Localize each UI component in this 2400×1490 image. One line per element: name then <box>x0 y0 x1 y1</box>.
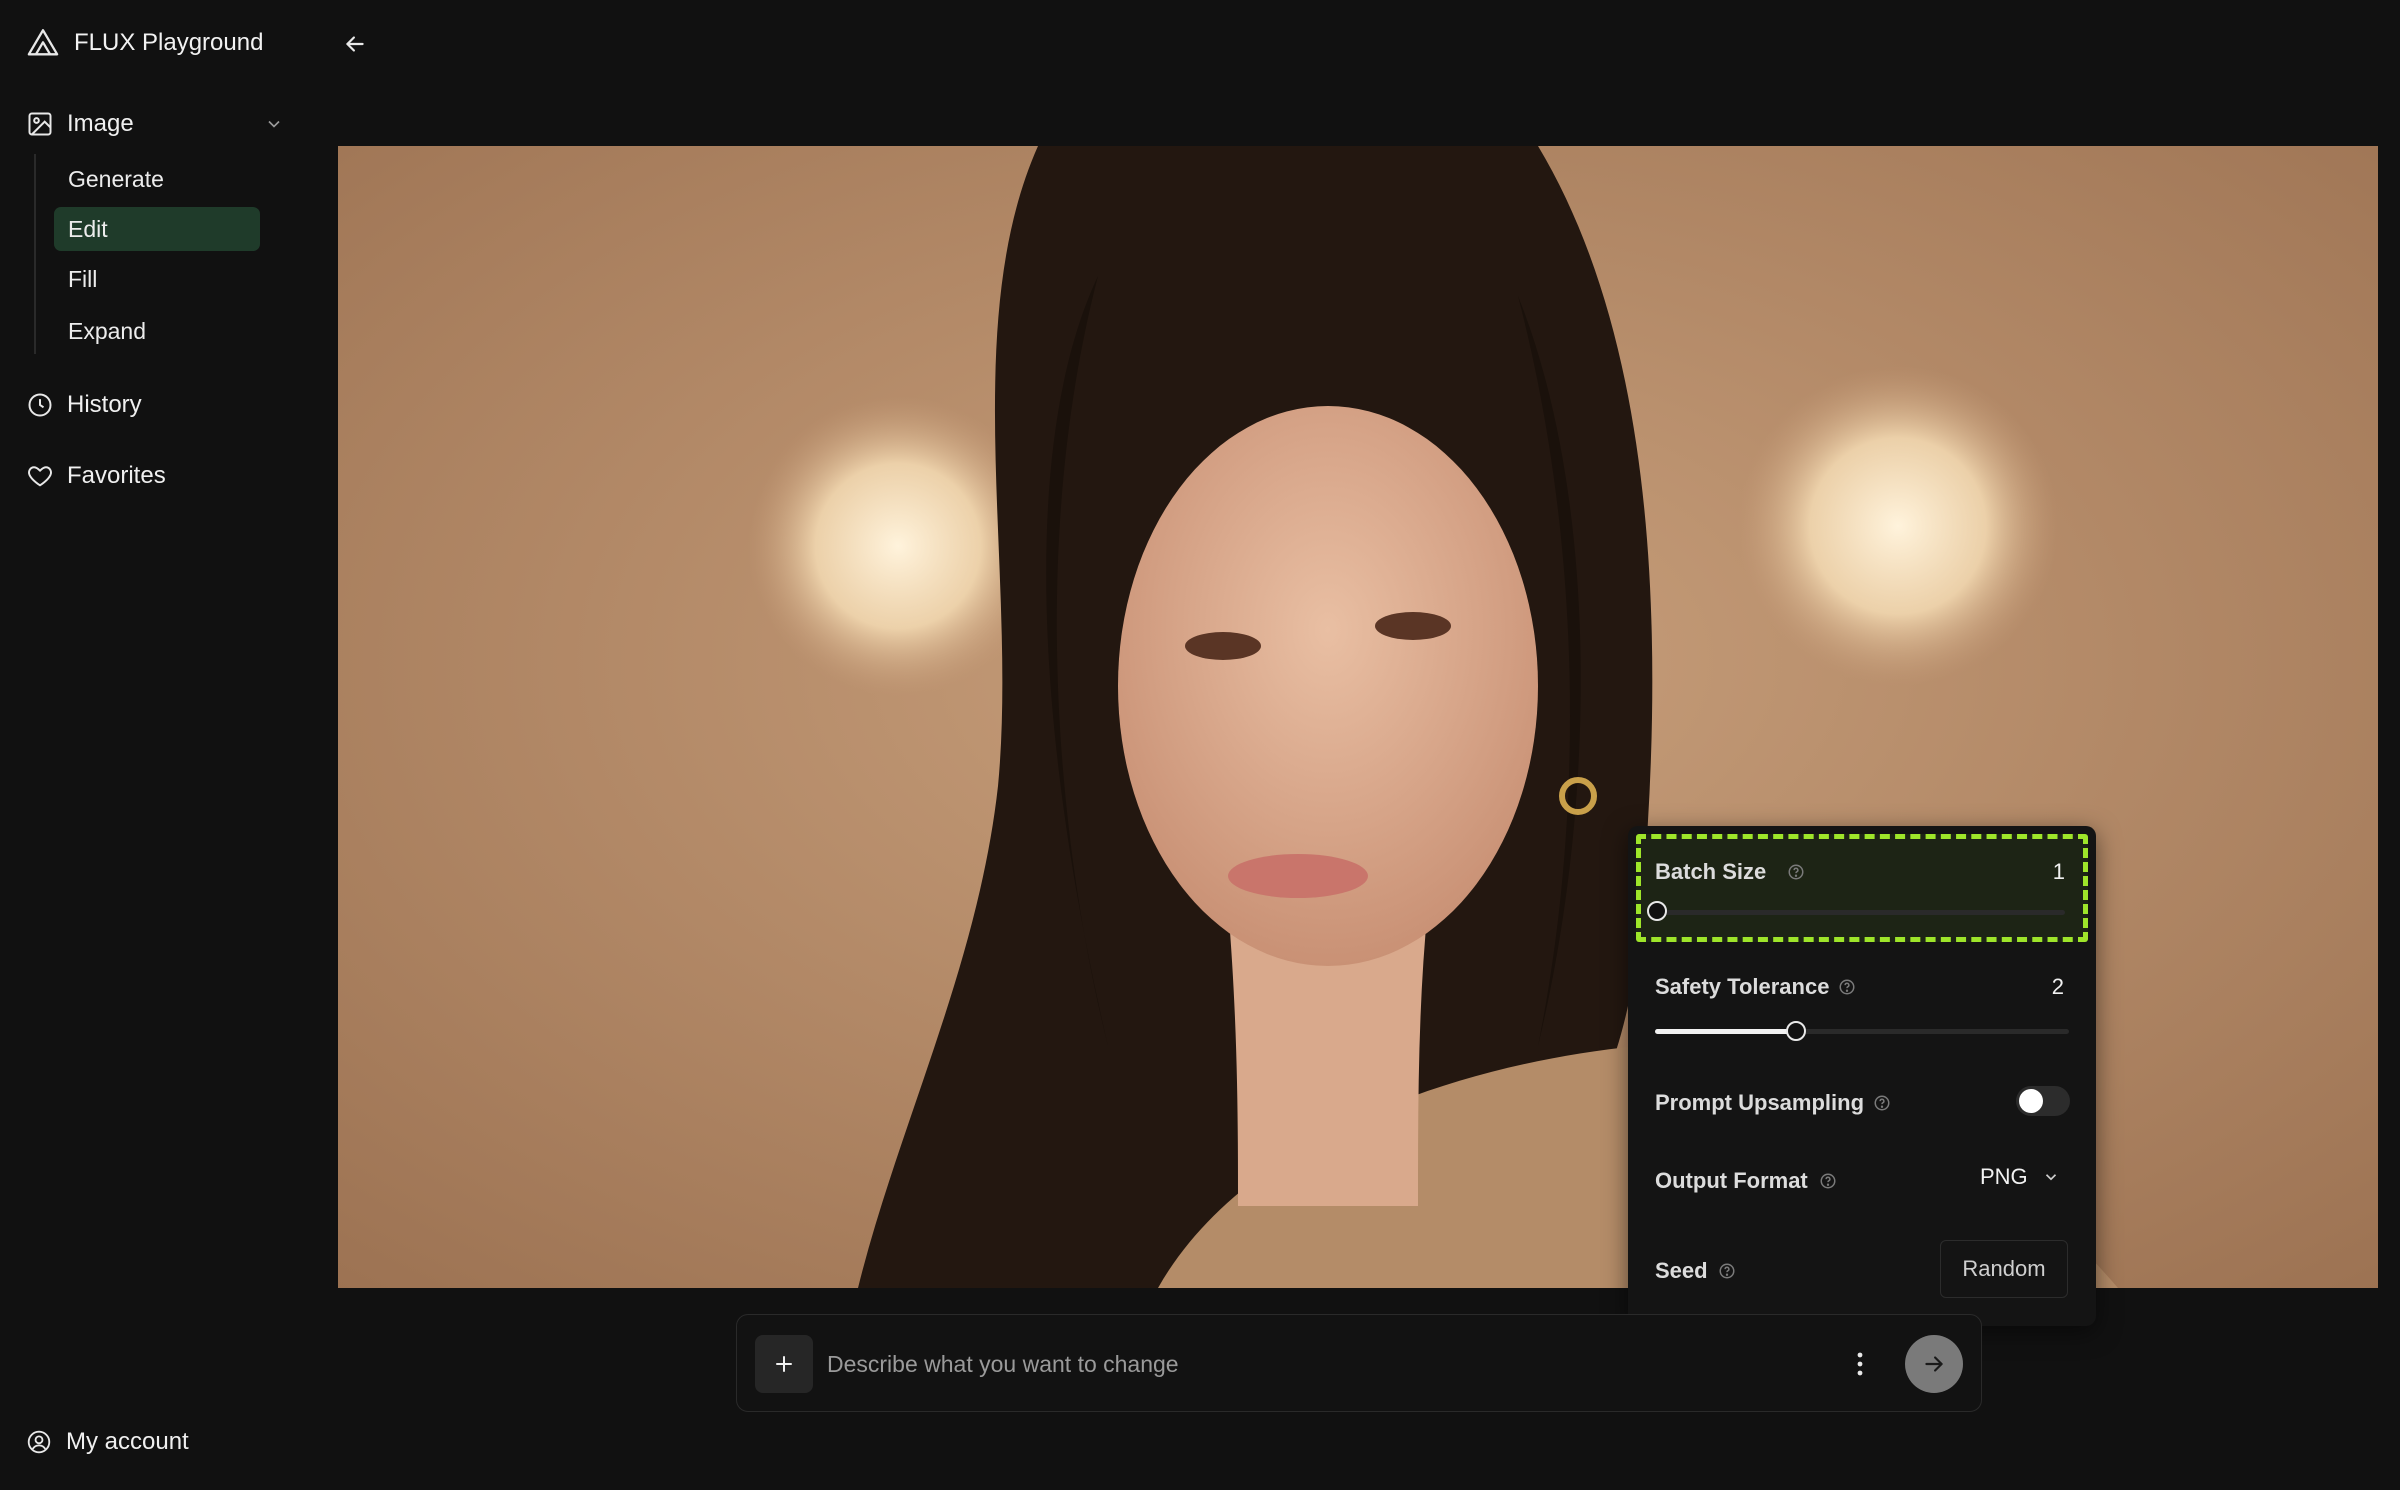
sidebar-item-favorites[interactable]: Favorites <box>26 454 290 498</box>
sidebar-item-history-label: History <box>67 391 142 418</box>
help-icon[interactable] <box>1819 1172 1837 1190</box>
help-icon[interactable] <box>1718 1262 1736 1280</box>
flux-logo-icon <box>27 29 59 56</box>
sidebar-item-favorites-label: Favorites <box>67 462 166 489</box>
chevron-down-icon[interactable] <box>264 114 284 134</box>
help-icon[interactable] <box>1873 1094 1891 1112</box>
batch-size-slider-track[interactable] <box>1655 910 2065 915</box>
prompt-upsampling-label: Prompt Upsampling <box>1655 1090 1865 1115</box>
my-account-link[interactable]: My account <box>26 1428 189 1456</box>
help-icon[interactable] <box>1838 978 1856 996</box>
prompt-upsampling-toggle[interactable] <box>2016 1086 2070 1116</box>
add-attachment-button[interactable] <box>755 1335 813 1393</box>
more-options-button[interactable] <box>1845 1345 1875 1383</box>
safety-tolerance-slider-thumb[interactable] <box>1786 1021 1806 1041</box>
app-title: FLUX Playground <box>74 29 264 56</box>
settings-popover: Batch Size 1 Safety Tolerance 2 Prompt U… <box>1628 826 2096 1326</box>
prompt-input[interactable] <box>827 1343 1807 1385</box>
sidebar-item-history[interactable]: History <box>26 383 290 427</box>
back-button[interactable] <box>335 26 375 62</box>
toggle-knob <box>2019 1089 2043 1113</box>
send-button[interactable] <box>1905 1335 1963 1393</box>
clock-icon <box>28 393 52 417</box>
sidebar-item-edit[interactable]: Edit <box>54 207 260 251</box>
more-vertical-icon <box>1857 1352 1863 1376</box>
seed-random-button[interactable]: Random <box>1940 1240 2068 1298</box>
output-format-label: Output Format <box>1655 1168 1808 1193</box>
my-account-label: My account <box>66 1428 189 1455</box>
arrow-right-icon <box>1925 1356 1943 1372</box>
sidebar-item-expand[interactable]: Expand <box>54 309 260 353</box>
batch-size-label: Batch Size <box>1655 859 1767 884</box>
sidebar-item-fill[interactable]: Fill <box>54 257 260 301</box>
safety-tolerance-value: 2 <box>2051 974 2064 999</box>
batch-size-slider-thumb[interactable] <box>1647 901 1667 921</box>
output-format-value: PNG <box>1980 1164 2028 1189</box>
image-icon <box>28 112 52 136</box>
sidebar-group-image[interactable]: Image <box>26 104 290 144</box>
sidebar-item-generate[interactable]: Generate <box>54 157 260 201</box>
output-format-select[interactable]: PNG <box>1980 1164 2060 1190</box>
user-circle-icon <box>27 1430 51 1454</box>
prompt-bar <box>736 1314 1982 1412</box>
plus-icon <box>776 1356 792 1372</box>
sidebar-group-label: Image <box>67 110 134 137</box>
batch-size-value: 1 <box>2052 859 2065 884</box>
seed-label: Seed <box>1655 1258 1708 1283</box>
chevron-down-icon <box>2045 1174 2056 1181</box>
arrow-left-icon <box>346 36 364 52</box>
app-root: FLUX Playground Image Generate Edit Fill… <box>0 0 2400 1490</box>
safety-tolerance-slider-fill <box>1655 1029 1795 1034</box>
sidebar-subnav: Generate Edit Fill Expand <box>34 154 298 354</box>
help-icon[interactable] <box>1787 863 1805 881</box>
batch-size-setting[interactable]: Batch Size 1 <box>1636 834 2088 942</box>
safety-tolerance-label: Safety Tolerance <box>1655 974 1830 999</box>
brand[interactable]: FLUX Playground <box>26 26 263 60</box>
sidebar: FLUX Playground Image Generate Edit Fill… <box>0 0 300 1490</box>
heart-icon <box>28 466 52 487</box>
